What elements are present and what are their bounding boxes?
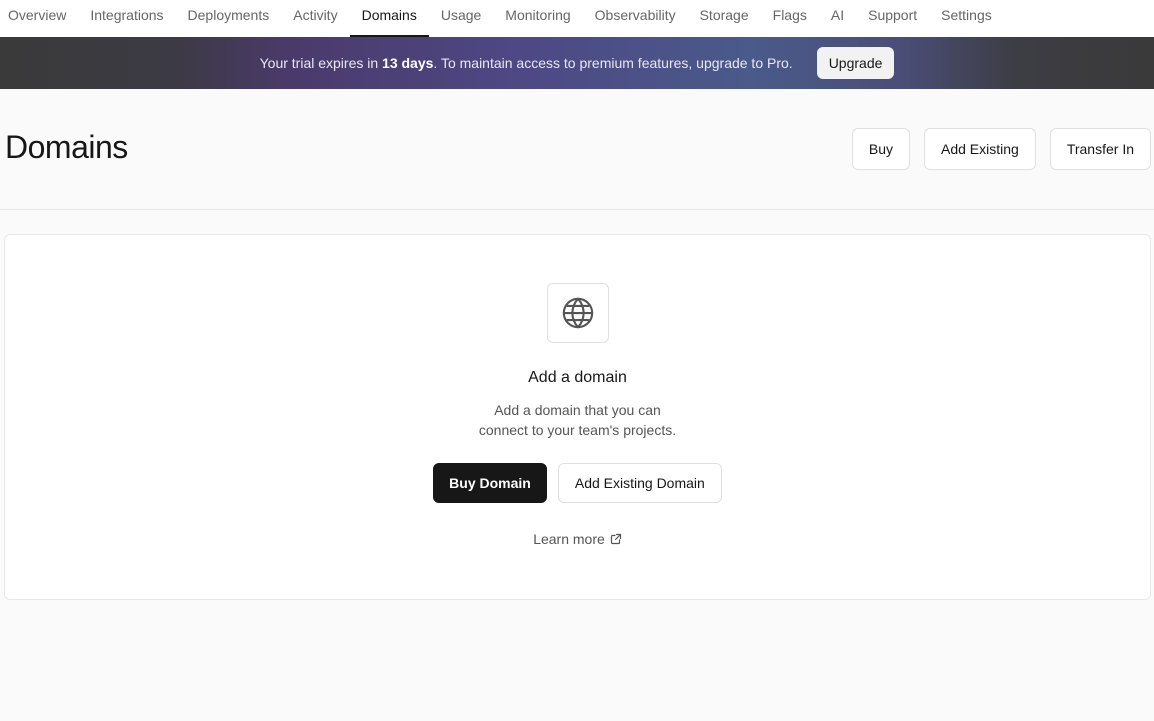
tab-label: Usage (440, 7, 482, 23)
trial-text-suffix: . To maintain access to premium features… (433, 55, 793, 71)
empty-state-card: Add a domain Add a domain that you can c… (4, 234, 1151, 600)
globe-icon-container (547, 283, 609, 343)
upgrade-button[interactable]: Upgrade (816, 47, 895, 79)
page-header: Domains Buy Add Existing Transfer In (0, 89, 1154, 210)
header-actions: Buy Add Existing Transfer In (851, 128, 1151, 170)
tab-label: Settings (941, 7, 992, 23)
tab-label: Integrations (90, 7, 164, 23)
top-nav: Overview Integrations Deployments Activi… (0, 0, 1154, 37)
tab-storage[interactable]: Storage (688, 0, 761, 30)
tab-support[interactable]: Support (856, 0, 929, 30)
buy-domain-button[interactable]: Buy Domain (433, 463, 547, 503)
page-title: Domains (5, 129, 128, 165)
empty-state-title: Add a domain (528, 369, 627, 386)
buy-button[interactable]: Buy (851, 128, 910, 170)
tab-label: AI (830, 7, 845, 23)
tab-domains[interactable]: Domains (349, 0, 430, 37)
trial-banner: Your trial expires in 13 days. To mainta… (0, 37, 1154, 89)
tab-label: Overview (8, 7, 67, 23)
tab-label: Flags (772, 7, 807, 23)
tab-label: Activity (293, 7, 338, 23)
tab-flags[interactable]: Flags (761, 0, 819, 30)
external-link-icon (610, 533, 621, 545)
globe-icon (562, 297, 594, 329)
transfer-in-button[interactable]: Transfer In (1049, 128, 1151, 170)
empty-state-description-line: connect to your team's projects. (478, 422, 677, 438)
empty-state-description-line: Add a domain that you can (494, 402, 661, 418)
tab-monitoring[interactable]: Monitoring (493, 0, 582, 30)
tab-observability[interactable]: Observability (583, 0, 688, 30)
tab-label: Domains (361, 7, 417, 23)
tab-ai[interactable]: AI (819, 0, 856, 30)
learn-more-link[interactable]: Learn more (5, 531, 1150, 547)
trial-banner-text: Your trial expires in 13 days. To mainta… (260, 55, 793, 71)
tab-label: Support (868, 7, 918, 23)
empty-state-description: Add a domain that you can connect to you… (5, 400, 1150, 440)
add-existing-button[interactable]: Add Existing (924, 128, 1036, 170)
tab-label: Storage (699, 7, 749, 23)
tab-overview[interactable]: Overview (0, 0, 78, 30)
tab-label: Monitoring (505, 7, 571, 23)
tab-label: Observability (594, 7, 676, 23)
tab-activity[interactable]: Activity (281, 0, 349, 30)
tab-usage[interactable]: Usage (429, 0, 493, 30)
tab-deployments[interactable]: Deployments (176, 0, 282, 30)
tab-integrations[interactable]: Integrations (78, 0, 175, 30)
tab-label: Deployments (187, 7, 270, 23)
empty-state-actions: Buy Domain Add Existing Domain (5, 463, 1150, 503)
add-existing-domain-button[interactable]: Add Existing Domain (557, 463, 722, 503)
trial-text-prefix: Your trial expires in (259, 55, 383, 71)
tab-settings[interactable]: Settings (929, 0, 1004, 30)
trial-days-remaining: 13 days (382, 55, 434, 71)
learn-more-label: Learn more (533, 531, 605, 547)
